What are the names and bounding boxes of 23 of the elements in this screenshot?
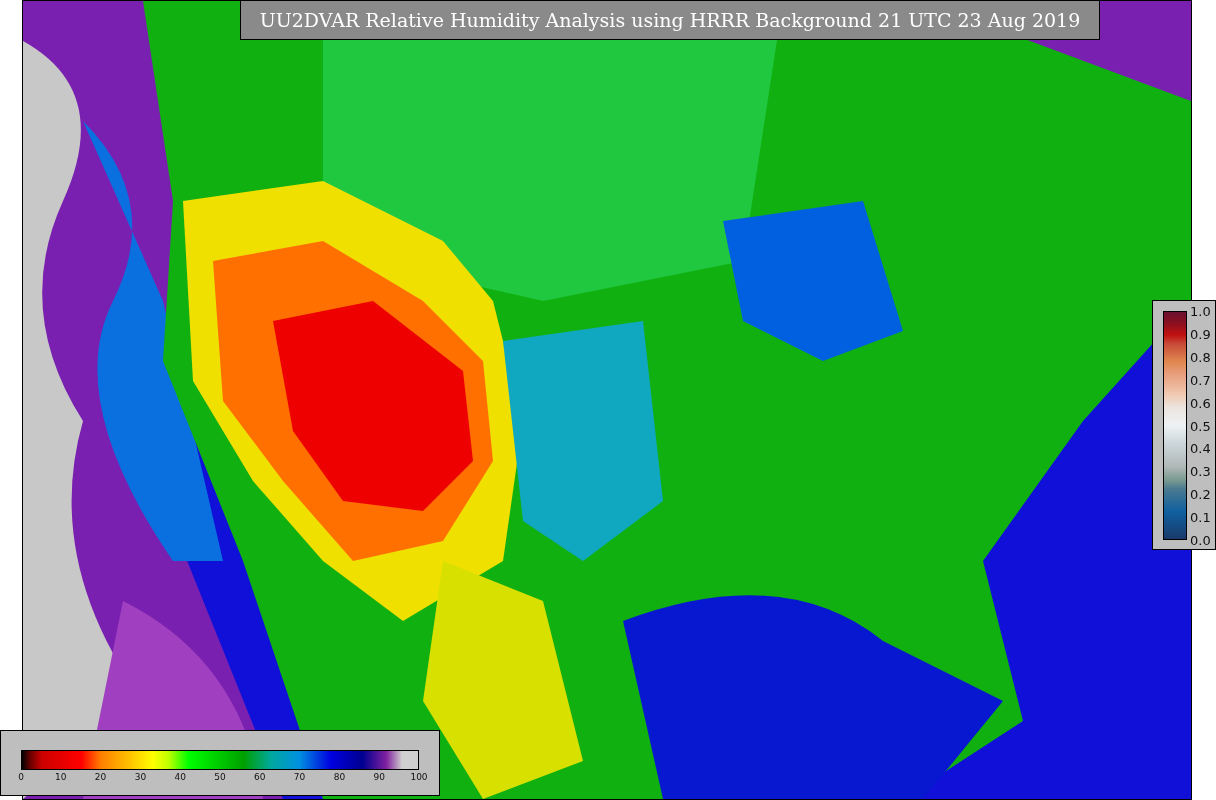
tick-label: 50 — [214, 772, 226, 782]
tick-label: 0.9 — [1190, 326, 1211, 342]
tick-label: 0.5 — [1190, 418, 1211, 433]
tick-label: 10 — [55, 772, 67, 782]
tick-label: 0.7 — [1190, 372, 1211, 388]
tick-label: 60 — [254, 772, 266, 782]
tick-label: 90 — [373, 772, 385, 782]
tick-label: 80 — [333, 772, 346, 782]
tick-label: 0.6 — [1190, 395, 1211, 411]
map-title: UU2DVAR Relative Humidity Analysis using HRRR Background 21 UTC 23 Aug 2019 — [240, 0, 1100, 40]
tick-label: 0 — [18, 772, 24, 782]
tick-label: 0.2 — [1190, 486, 1211, 502]
tick-label: 1.0 — [1190, 303, 1211, 319]
tick-label: 70 — [293, 772, 306, 782]
tick-label: 0.1 — [1190, 509, 1211, 525]
tick-label: 20 — [94, 772, 107, 782]
tick-label: 0.8 — [1190, 349, 1211, 365]
tick-label: 40 — [174, 772, 186, 782]
tick-label: 30 — [134, 772, 147, 782]
tick-label: 0.0 — [1190, 532, 1211, 548]
tick-label: 0.3 — [1190, 463, 1211, 479]
tick-label: 100 — [410, 772, 428, 782]
tick-label: 0.4 — [1190, 440, 1211, 456]
